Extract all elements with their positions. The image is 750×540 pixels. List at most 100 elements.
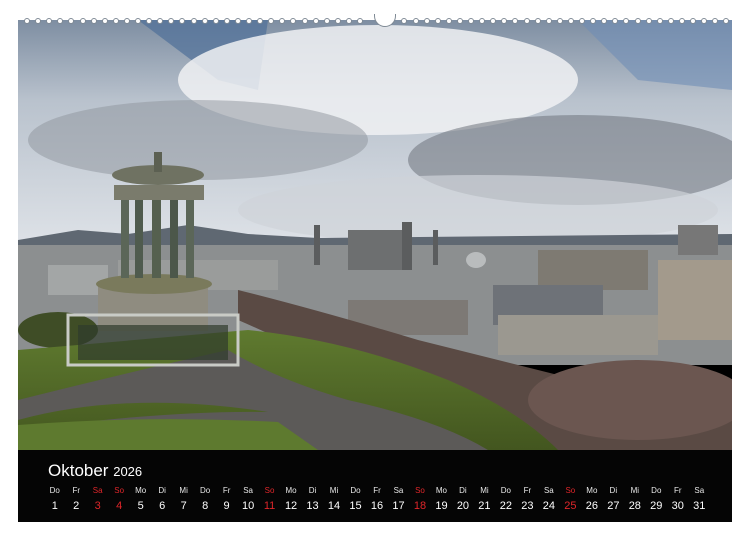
calendar-day: Mi 28	[624, 486, 646, 514]
binding-hole	[590, 18, 597, 24]
day-number: 31	[693, 500, 706, 512]
calendar-day: Mi 21	[474, 486, 496, 514]
calendar-day: Di 13	[302, 486, 324, 514]
calendar-day: Fr 2	[65, 486, 87, 514]
weekday-label: Sa	[393, 486, 404, 495]
binding-hole	[712, 18, 719, 24]
weekday-label: Di	[459, 486, 467, 495]
binding-hole	[146, 18, 153, 24]
weekday-label: So	[114, 486, 125, 495]
weekday-label: Fr	[72, 486, 80, 495]
binding-hole	[345, 18, 352, 24]
weekday-label: Di	[158, 486, 166, 495]
binding-hole	[567, 18, 574, 24]
hanger-hook	[374, 14, 396, 27]
binding-hole	[479, 18, 486, 24]
day-number: 8	[202, 500, 209, 512]
binding-hole	[190, 18, 197, 24]
binding-hole	[556, 18, 563, 24]
weekday-label: Mo	[285, 486, 297, 495]
day-number: 27	[607, 500, 620, 512]
calendar-day: Fr 30	[667, 486, 689, 514]
binding-hole	[90, 18, 97, 24]
calendar-day: Di 20	[452, 486, 474, 514]
binding-hole	[545, 18, 552, 24]
binding-hole	[678, 18, 685, 24]
weekday-label: So	[565, 486, 576, 495]
calendar-day: Fr 23	[517, 486, 539, 514]
binding-hole	[690, 18, 696, 24]
day-number: 2	[73, 500, 80, 512]
weekday-label: So	[415, 486, 425, 495]
day-number: 11	[263, 500, 276, 512]
day-number: 26	[585, 500, 598, 512]
binding-hole	[312, 18, 319, 24]
binding-hole	[68, 18, 75, 24]
binding-hole	[57, 18, 64, 24]
binding-hole	[223, 18, 230, 24]
weekday-label: So	[264, 486, 275, 495]
day-number: 7	[180, 500, 187, 512]
binding-hole	[246, 18, 252, 24]
weekday-label: Do	[500, 486, 512, 495]
binding-hole	[24, 18, 30, 24]
binding-hole	[212, 18, 219, 24]
binding-hole	[79, 18, 86, 24]
weekday-label: Fr	[373, 486, 381, 495]
day-number: 28	[628, 500, 641, 512]
day-number: 3	[94, 500, 101, 512]
binding-hole	[512, 18, 519, 24]
binding-hole	[434, 18, 441, 24]
calendar-day: Do 15	[345, 486, 367, 514]
binding-hole	[279, 18, 286, 24]
binding-hole	[623, 18, 630, 24]
binding-hole	[701, 18, 708, 24]
calendar-day: Mo 26	[581, 486, 603, 514]
binding-hole	[179, 18, 186, 24]
binding-hole	[123, 18, 130, 24]
binding-hole	[168, 18, 175, 24]
calendar-day: Sa 10	[237, 486, 259, 514]
photo-edinburgh-view	[18, 20, 732, 450]
weekday-label: Fr	[523, 486, 532, 495]
binding-hole	[323, 18, 330, 24]
day-number: 30	[671, 500, 684, 512]
weekday-label: Sa	[694, 486, 705, 495]
binding-hole	[501, 18, 508, 24]
day-number: 18	[413, 500, 427, 512]
binding-hole	[257, 18, 264, 24]
weekday-label: Mi	[329, 486, 339, 495]
calendar-day: Mi 14	[323, 486, 345, 514]
binding-hole	[423, 18, 430, 24]
calendar-day: So 18	[409, 486, 431, 514]
day-number: 10	[241, 500, 255, 512]
day-number: 29	[650, 500, 663, 512]
day-number: 4	[116, 500, 123, 512]
day-number: 16	[370, 500, 384, 512]
day-number: 22	[499, 500, 513, 512]
binding-hole	[401, 18, 408, 24]
binding-hole	[490, 18, 497, 24]
calendar-day: Mo 5	[130, 486, 152, 514]
month-title: Oktober 2026	[48, 461, 142, 482]
day-number: 9	[223, 500, 230, 512]
calendar-day: Do 29	[646, 486, 668, 514]
binding-hole	[412, 18, 419, 24]
calendar-day: Fr 9	[216, 486, 238, 514]
binding-hole	[456, 18, 463, 24]
calendar-day: Do 1	[44, 486, 66, 514]
day-number: 6	[159, 500, 166, 512]
binding-hole	[634, 18, 641, 24]
weekday-label: Do	[651, 486, 662, 495]
calendar-day: Sa 3	[87, 486, 109, 514]
binding-hole	[612, 18, 619, 24]
binding-hole	[101, 18, 108, 24]
binding-hole	[135, 18, 141, 24]
day-number: 17	[392, 500, 405, 512]
weekday-label: Mo	[586, 486, 598, 495]
weekday-label: Di	[609, 486, 618, 495]
day-grid: Do 1 Fr 2 Sa 3 So 4 Mo 5 Di 6 Mi 7 Do 8 Fr 9 Sa 10 So 11 Mo 12 D…	[44, 486, 710, 516]
calendar-day: Di 6	[151, 486, 173, 514]
weekday-label: Sa	[92, 486, 103, 495]
day-number: 13	[306, 500, 319, 512]
